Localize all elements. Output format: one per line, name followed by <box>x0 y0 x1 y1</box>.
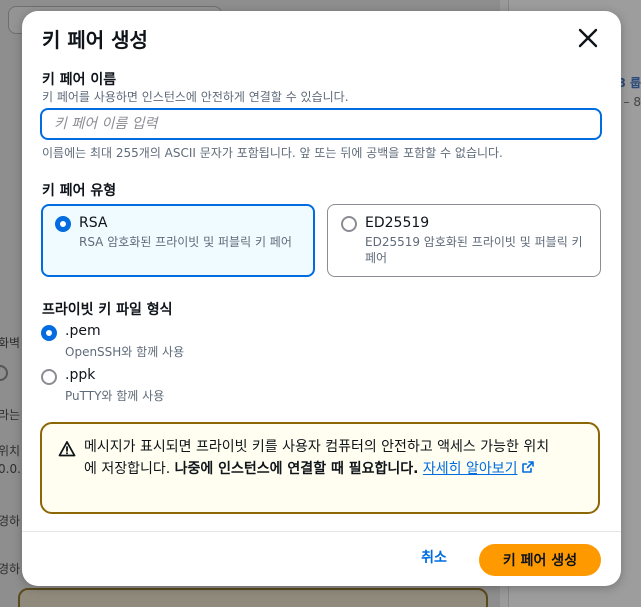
file-format-ppk-description: PuTTY와 함께 사용 <box>65 389 165 403</box>
close-button[interactable] <box>577 27 599 49</box>
file-format-ppk-title: .ppk <box>65 367 96 383</box>
external-link-icon <box>521 461 534 473</box>
background-text: 라는 <box>0 408 21 422</box>
file-format-pem-description: OpenSSH와 함께 사용 <box>65 345 185 359</box>
background-alert-box <box>18 588 488 607</box>
background-text: – 8 <box>623 95 641 109</box>
modal-title: 키 페어 생성 <box>42 28 148 52</box>
key-type-ed25519-title: ED25519 <box>365 215 430 231</box>
file-format-pem-title: .pem <box>65 323 101 339</box>
modal-footer: 취소 키 페어 생성 <box>22 531 621 586</box>
warning-alert: 메시지가 표시되면 프라이빗 키를 사용자 컴퓨터의 안전하고 액세스 가능한 … <box>40 422 600 514</box>
background-text: 화벽 <box>0 336 21 350</box>
modal-header: 키 페어 생성 <box>22 11 621 61</box>
key-name-input[interactable] <box>40 108 602 140</box>
background-radio <box>0 365 8 381</box>
key-type-rsa-tile[interactable]: RSA RSA 암호화된 프라이빗 및 퍼블릭 키 페어 <box>41 204 315 277</box>
key-name-description: 키 페어를 사용하면 인스턴스에 안전하게 연결할 수 있습니다. <box>42 90 349 104</box>
radio-selected[interactable] <box>41 325 57 341</box>
background-text: 위치 <box>0 444 21 458</box>
file-format-label: 프라이빗 키 파일 형식 <box>42 302 173 318</box>
create-key-pair-modal: 키 페어 생성 키 페어 이름 키 페어를 사용하면 인스턴스에 안전하게 연결… <box>22 11 621 586</box>
background-text: 0.0. <box>0 462 21 476</box>
key-name-constraint: 이름에는 최대 255개의 ASCII 문자가 포함됩니다. 앞 또는 뒤에 공… <box>42 146 503 160</box>
warning-alert-text: 메시지가 표시되면 프라이빗 키를 사용자 컴퓨터의 안전하고 액세스 가능한 … <box>84 436 554 480</box>
close-icon <box>578 28 598 48</box>
radio-unselected[interactable] <box>341 216 357 232</box>
warning-icon <box>58 441 76 457</box>
background-text: 경하 <box>0 514 21 528</box>
create-key-pair-button[interactable]: 키 페어 생성 <box>479 544 601 576</box>
cancel-button[interactable]: 취소 <box>408 546 460 568</box>
radio-unselected[interactable] <box>41 369 57 385</box>
key-name-label: 키 페어 이름 <box>42 72 117 88</box>
radio-selected[interactable] <box>55 216 71 232</box>
key-type-ed25519-tile[interactable]: ED25519 ED25519 암호화된 프라이빗 및 퍼블릭 키 페어 <box>327 204 601 277</box>
key-type-ed25519-description: ED25519 암호화된 프라이빗 및 퍼블릭 키 페어 <box>365 235 583 265</box>
learn-more-link[interactable]: 자세히 알아보기 <box>423 461 535 477</box>
key-type-label: 키 페어 유형 <box>42 183 117 199</box>
modal-body: 키 페어 이름 키 페어를 사용하면 인스턴스에 안전하게 연결할 수 있습니다… <box>22 61 621 531</box>
warning-alert-bold: 나중에 인스턴스에 연결할 때 필요합니다. <box>174 461 419 477</box>
key-type-rsa-title: RSA <box>79 215 108 231</box>
background-text: 경하 <box>0 562 21 576</box>
learn-more-label: 자세히 알아보기 <box>422 461 518 477</box>
key-type-rsa-description: RSA 암호화된 프라이빗 및 퍼블릭 키 페어 <box>79 235 292 249</box>
